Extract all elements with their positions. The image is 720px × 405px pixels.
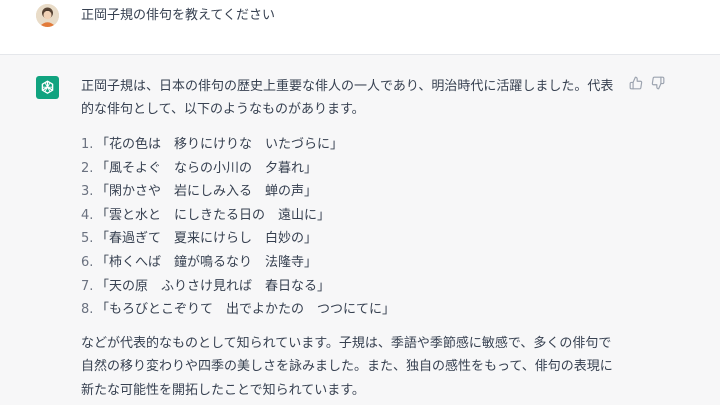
- list-item-text: 「もろびとこぞりて 出でよかたの つつにてに」: [96, 302, 396, 318]
- list-item-number: 7.: [81, 278, 94, 294]
- list-item-number: 5.: [81, 231, 94, 247]
- list-item-text: 「閑かさや 岩にしみ入る 蝉の声」: [96, 184, 318, 200]
- thumbs-down-button[interactable]: [650, 75, 666, 91]
- list-item: 2. 「風そよぐ ならの小川の 夕暮れ」: [81, 157, 621, 181]
- list-item-number: 8.: [81, 302, 94, 318]
- assistant-message-row: 正岡子規は、日本の俳句の歴史上重要な俳人の一人であり、明治時代に活躍しました。代…: [0, 55, 720, 405]
- list-item: 4. 「雲と水と にしきたる日の 遠山に」: [81, 204, 621, 228]
- user-avatar: [36, 4, 59, 27]
- assistant-intro-paragraph: 正岡子規は、日本の俳句の歴史上重要な俳人の一人であり、明治時代に活躍しました。代…: [81, 79, 614, 117]
- list-item: 1. 「花の色は 移りにけりな いたづらに」: [81, 133, 621, 157]
- list-item: 6. 「柿くへば 鐘が鳴るなり 法隆寺」: [81, 251, 621, 275]
- list-item: 5. 「春過ぎて 夏来にけらし 白妙の」: [81, 227, 621, 251]
- list-item: 8. 「もろびとこぞりて 出でよかたの つつにてに」: [81, 298, 621, 322]
- feedback-buttons: [628, 75, 666, 91]
- list-item: 7. 「天の原 ふりさけ見れば 春日なる」: [81, 275, 621, 299]
- thumbs-up-button[interactable]: [628, 75, 644, 91]
- user-message-row: 正岡子規の俳句を教えてください: [0, 0, 720, 55]
- thumbs-down-icon: [651, 76, 665, 90]
- list-item-text: 「柿くへば 鐘が鳴るなり 法隆寺」: [96, 254, 318, 270]
- list-item-number: 3.: [81, 184, 94, 200]
- list-item-number: 4.: [81, 207, 94, 223]
- list-item-text: 「花の色は 移りにけりな いたづらに」: [96, 137, 344, 152]
- list-item-text: 「春過ぎて 夏来にけらし 白妙の」: [96, 231, 318, 247]
- list-item-number: 2.: [81, 160, 94, 176]
- list-item-text: 「天の原 ふりさけ見れば 春日なる」: [96, 278, 331, 294]
- list-item-text: 「雲と水と にしきたる日の 遠山に」: [96, 207, 331, 223]
- list-item-text: 「風そよぐ ならの小川の 夕暮れ」: [96, 160, 318, 176]
- assistant-conclusion-paragraph: などが代表的なものとして知られています。子規は、季語や季節感に敏感で、多くの俳句…: [81, 335, 613, 398]
- assistant-message-content: 正岡子規は、日本の俳句の歴史上重要な俳人の一人であり、明治時代に活躍しました。代…: [81, 75, 621, 402]
- list-item-number: 6.: [81, 254, 94, 270]
- haiku-list: 1. 「花の色は 移りにけりな いたづらに」 2. 「風そよぐ ならの小川の 夕暮れ…: [81, 133, 621, 322]
- list-item-number: 1.: [81, 137, 94, 152]
- list-item: 3. 「閑かさや 岩にしみ入る 蝉の声」: [81, 180, 621, 204]
- openai-logo-icon: [36, 76, 59, 99]
- user-message-text: 正岡子規の俳句を教えてください: [81, 8, 275, 23]
- thumbs-up-icon: [629, 76, 643, 90]
